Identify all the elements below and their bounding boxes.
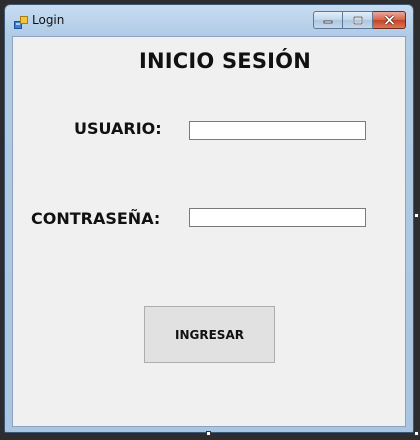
minimize-icon	[323, 20, 333, 24]
close-icon	[383, 15, 395, 25]
maximize-button[interactable]	[343, 11, 373, 29]
caption-buttons	[313, 11, 406, 31]
maximize-icon	[352, 15, 363, 25]
resize-handle-bottom[interactable]	[206, 431, 211, 436]
winforms-form-icon	[14, 14, 28, 29]
password-field[interactable]	[189, 208, 366, 227]
login-window: Login INICIO SESIÓN USUARIO: CONTRASEÑA:…	[4, 4, 414, 433]
resize-handle-right[interactable]	[414, 213, 419, 218]
username-field[interactable]	[189, 121, 366, 140]
resize-handle-corner[interactable]	[414, 431, 419, 436]
password-label: CONTRASEÑA:	[31, 209, 161, 228]
window-title: Login	[32, 13, 65, 27]
username-label: USUARIO:	[74, 119, 162, 138]
minimize-button[interactable]	[313, 11, 343, 29]
close-button[interactable]	[373, 11, 406, 29]
designer-surface: Login INICIO SESIÓN USUARIO: CONTRASEÑA:…	[0, 0, 420, 440]
form-client-area: INICIO SESIÓN USUARIO: CONTRASEÑA: INGRE…	[12, 36, 406, 427]
title-bar[interactable]: Login	[5, 5, 413, 35]
login-button[interactable]: INGRESAR	[144, 306, 275, 363]
page-title: INICIO SESIÓN	[138, 49, 312, 73]
